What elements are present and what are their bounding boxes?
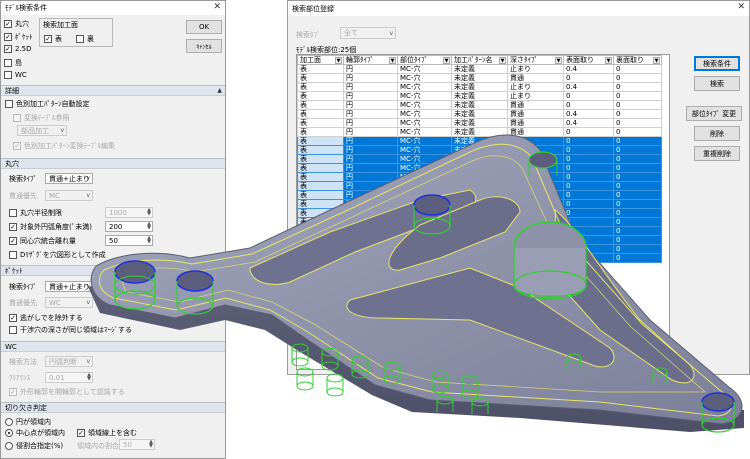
part-3d-view — [88, 134, 744, 433]
center-boss-wall — [513, 248, 587, 297]
